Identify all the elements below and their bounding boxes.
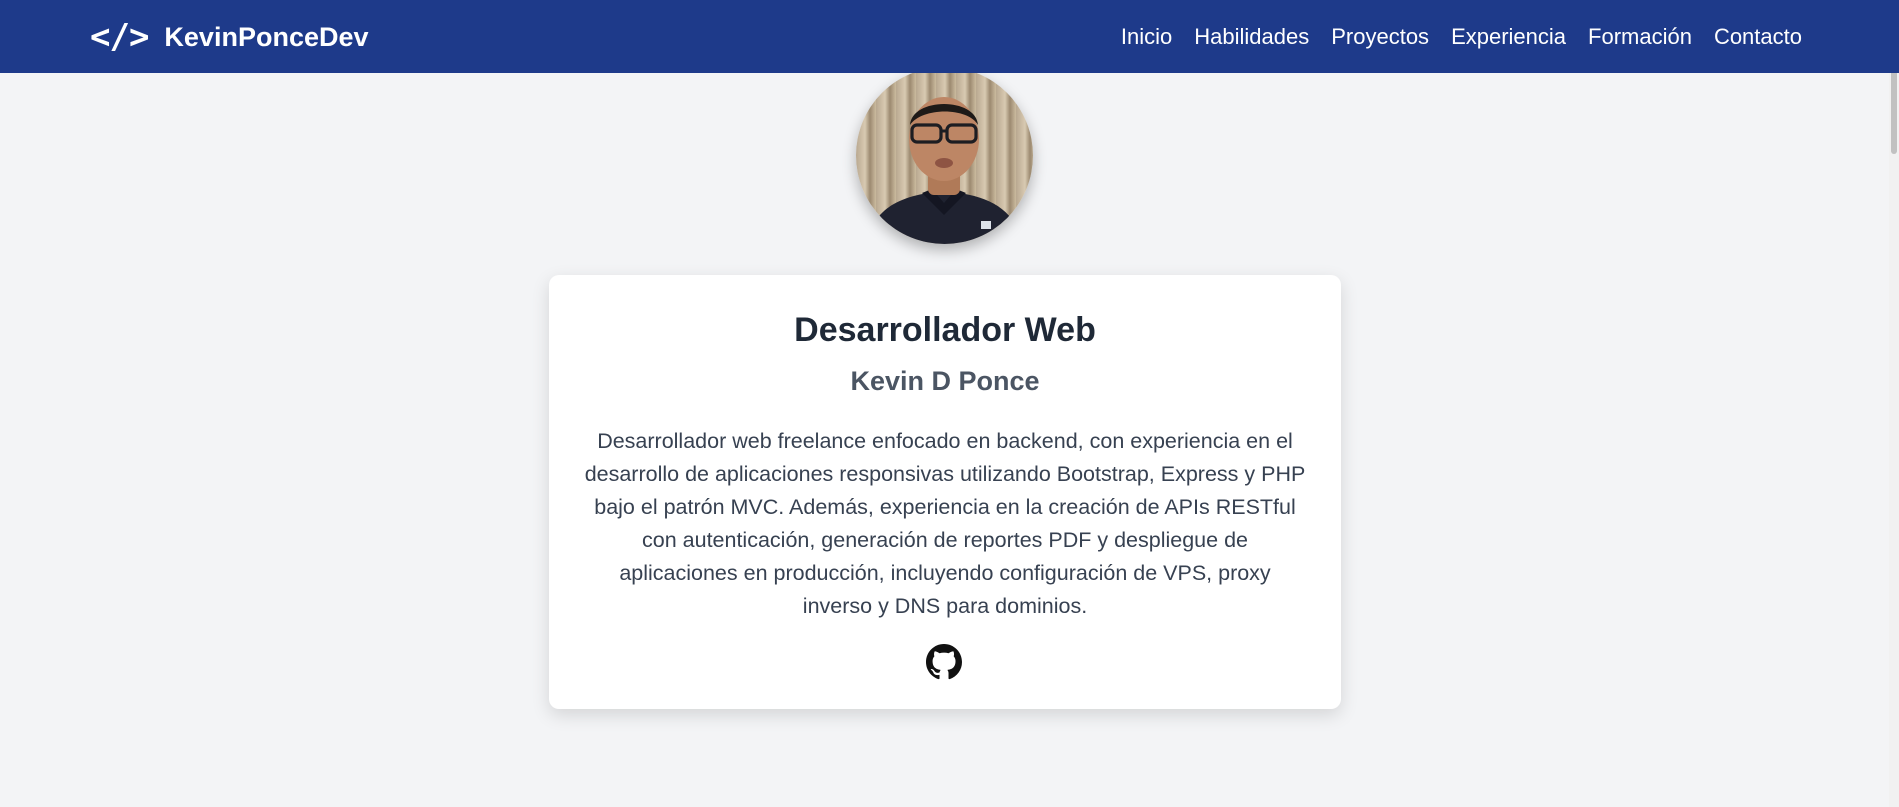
nav-link-inicio[interactable]: Inicio — [1121, 24, 1172, 50]
github-link[interactable] — [926, 644, 962, 680]
nav-link-proyectos[interactable]: Proyectos — [1331, 24, 1429, 50]
page-scrollbar[interactable] — [1889, 0, 1899, 807]
profile-photo — [856, 67, 1033, 244]
main-nav: Inicio Habilidades Proyectos Experiencia… — [1121, 24, 1802, 50]
profile-name: Kevin D Ponce — [850, 366, 1040, 396]
nav-link-experiencia[interactable]: Experiencia — [1451, 24, 1566, 50]
code-brackets-icon: </> — [90, 17, 149, 57]
brand-name: KevinPonceDev — [164, 21, 369, 52]
nav-link-contacto[interactable]: Contacto — [1714, 24, 1802, 50]
profile-description: Desarrollador web freelance enfocado en … — [584, 429, 1306, 618]
nav-link-formacion[interactable]: Formación — [1588, 24, 1692, 50]
github-icon — [926, 644, 962, 680]
person-portrait-icon — [866, 97, 1023, 244]
navbar: </> KevinPonceDev Inicio Habilidades Pro… — [0, 0, 1899, 73]
nav-link-habilidades[interactable]: Habilidades — [1194, 24, 1309, 50]
profile-card: Desarrollador Web Kevin D Ponce Desarrol… — [549, 275, 1341, 709]
profile-title: Desarrollador Web — [794, 311, 1096, 349]
brand-logo-link[interactable]: </> KevinPonceDev — [90, 20, 369, 54]
